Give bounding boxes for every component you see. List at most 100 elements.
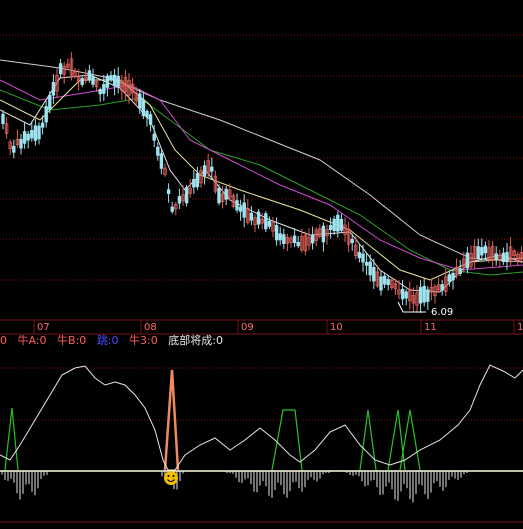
- candle-body-down: [44, 106, 48, 123]
- smiley-eye: [167, 475, 170, 477]
- candle-body-down: [249, 212, 254, 221]
- low-price-label: 6.09: [431, 307, 453, 318]
- candle-body-down: [451, 272, 455, 281]
- candle-body-down: [48, 95, 52, 110]
- candle-body-down: [440, 284, 444, 291]
- candle-body-down: [267, 220, 272, 227]
- candle-body-down: [404, 291, 408, 299]
- candle-body-down: [418, 286, 423, 304]
- candle-body-down: [37, 125, 41, 140]
- candle-body-down: [256, 211, 261, 225]
- smiley-face-icon: [164, 471, 178, 485]
- candle-body-down: [379, 276, 383, 291]
- candle-body-down: [116, 75, 120, 87]
- candle-body-down: [12, 145, 16, 153]
- candle-body-down: [505, 252, 509, 263]
- candle-body-down: [501, 252, 506, 262]
- candle-body-down: [98, 89, 102, 95]
- candle-body-down: [328, 224, 333, 231]
- candle-body-down: [91, 76, 95, 85]
- legend-item-niu-b: 牛B:0: [57, 334, 87, 347]
- candle-body-down: [422, 285, 426, 303]
- candle-body-down: [141, 99, 146, 117]
- axis-month-label: 11: [424, 322, 437, 333]
- candle-body-down: [372, 266, 376, 282]
- candle-body-down: [296, 241, 300, 247]
- stock-chart-canvas[interactable]: 6.09 07 08 09 10 11 12: [0, 0, 523, 529]
- candle-body-down: [339, 218, 344, 231]
- candle-body-down: [58, 63, 63, 75]
- candle-body-down: [26, 133, 30, 141]
- candle-body-down: [357, 252, 362, 259]
- candle-body-down: [22, 131, 27, 144]
- candle-body-down: [51, 82, 56, 96]
- candle-body-down: [480, 247, 484, 256]
- candle-body-down: [361, 253, 365, 263]
- candle-body-down: [112, 74, 117, 87]
- candle-body-down: [364, 261, 369, 266]
- candle-body-down: [494, 253, 498, 260]
- candle-body-down: [336, 214, 340, 232]
- legend-item-niu-3: 牛3:0: [129, 334, 158, 347]
- candle-body-down: [235, 200, 239, 211]
- legend-item-bottom-forming: 底部将成:0: [168, 334, 223, 347]
- candle-body-down: [242, 202, 246, 218]
- axis-month-label: 07: [37, 322, 50, 333]
- candle-body-down: [138, 93, 142, 109]
- candle-body-down: [166, 189, 171, 194]
- candle-body-down: [224, 188, 228, 200]
- candle-body-down: [1, 113, 5, 124]
- candle-body-down: [159, 153, 164, 169]
- smiley-face: [164, 471, 178, 485]
- candle-body-down: [350, 239, 354, 244]
- candle-body-down: [264, 213, 268, 230]
- candle-body-down: [87, 70, 92, 81]
- candle-body-down: [386, 279, 390, 285]
- candle-body-down: [192, 179, 196, 188]
- candle-body-down: [210, 166, 214, 172]
- candle-body-down: [465, 252, 470, 269]
- candle-body-down: [102, 84, 106, 94]
- candle-body-down: [426, 289, 430, 302]
- candle-body-down: [152, 133, 156, 141]
- candle-body-down: [238, 206, 243, 212]
- candle-body-down: [278, 233, 282, 241]
- candle-body-down: [217, 187, 221, 204]
- indicator-legend: 0 牛A:0 牛B:0 跳:0 牛3:0 底部将成:0: [0, 333, 230, 349]
- candle-body-down: [292, 235, 297, 244]
- candle-body-down: [33, 125, 38, 141]
- candle-body-down: [195, 173, 200, 188]
- candle-body-down: [274, 224, 279, 241]
- smiley-eye: [172, 475, 175, 477]
- candle-body-down: [382, 275, 387, 285]
- candle-body-down: [321, 225, 326, 243]
- candle-body-down: [202, 165, 207, 177]
- axis-month-label: 08: [144, 322, 157, 333]
- candle-body-down: [458, 268, 462, 274]
- axis-month-label: 10: [330, 322, 343, 333]
- candle-body-down: [145, 110, 149, 118]
- candle-body-down: [40, 122, 45, 128]
- candle-body-down: [400, 288, 405, 300]
- candle-body-down: [447, 274, 452, 282]
- candle-body-down: [184, 187, 189, 204]
- legend-item-value: 0: [0, 334, 7, 347]
- candle-body-down: [368, 261, 372, 276]
- candle-body-down: [332, 218, 336, 232]
- candle-body-down: [148, 114, 153, 125]
- candle-body-down: [105, 75, 110, 88]
- candle-body-down: [483, 245, 488, 254]
- legend-item-niu-a: 牛A:0: [17, 334, 47, 347]
- candle-body-down: [19, 138, 23, 149]
- axis-month-label: 09: [241, 322, 254, 333]
- candle-body-down: [30, 130, 34, 139]
- candle-body-down: [476, 246, 480, 259]
- candle-body-down: [170, 206, 174, 212]
- candle-body-down: [282, 234, 286, 244]
- candle-body-down: [80, 78, 84, 85]
- candle-body-down: [310, 234, 315, 244]
- candle-body-down: [109, 75, 113, 81]
- legend-item-tiao: 跳:0: [96, 334, 119, 347]
- axis-month-label: 12: [517, 322, 523, 333]
- candle-body-down: [156, 146, 160, 156]
